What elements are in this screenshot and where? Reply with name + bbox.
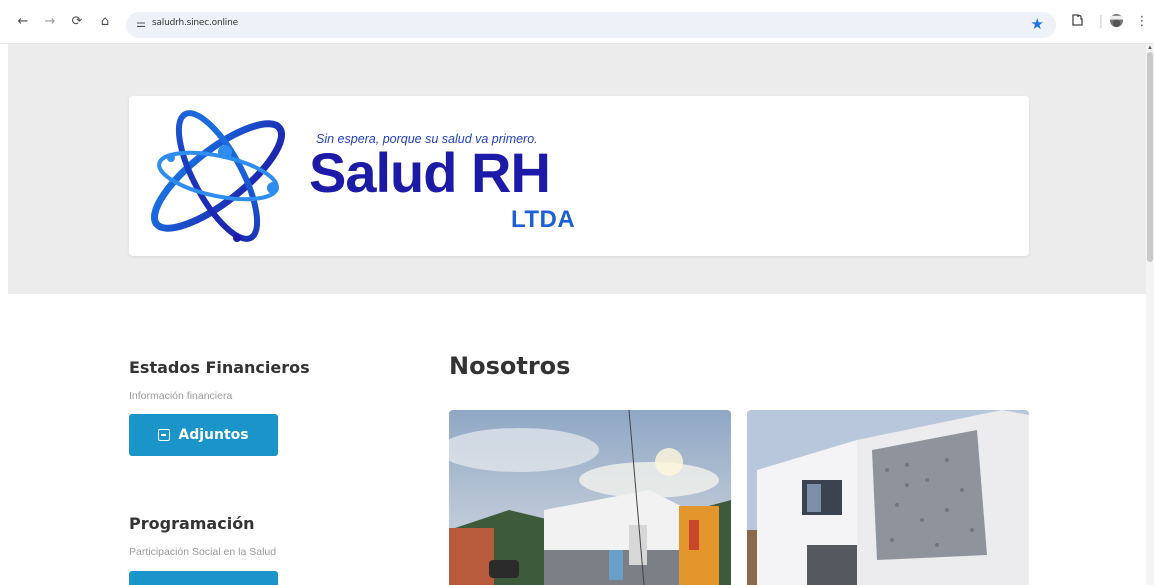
home-button[interactable]: ⌂ (96, 13, 114, 31)
sidebar-subtitle-estados-financieros: Información financiera (129, 390, 233, 402)
browser-toolbar: ← → ⟳ ⌂ ⚌ saludrh.sinec.online ★ | ⋮ (0, 0, 1154, 44)
programacion-button[interactable] (129, 571, 278, 585)
puzzle-icon[interactable] (1068, 13, 1086, 31)
section-title-nosotros: Nosotros (449, 352, 571, 380)
atom-logo-icon (150, 110, 286, 242)
star-icon[interactable]: ★ (1031, 15, 1044, 33)
sidebar-title-estados-financieros: Estados Financieros (129, 358, 310, 377)
back-button[interactable]: ← (14, 13, 32, 31)
adjuntos-button[interactable]: Adjuntos (129, 414, 278, 456)
forward-button[interactable]: → (41, 13, 59, 31)
logo-card[interactable]: Sin espera, porque su salud va primero. … (129, 96, 1029, 256)
address-bar[interactable]: ⚌ saludrh.sinec.online ★ (126, 12, 1056, 38)
kebab-icon[interactable]: ⋮ (1133, 13, 1151, 31)
attachment-icon (158, 429, 171, 441)
url-text[interactable]: saludrh.sinec.online (152, 18, 238, 28)
profile-avatar[interactable] (1107, 13, 1125, 31)
logo-suffix: LTDA (511, 206, 576, 233)
page-content: Sin espera, porque su salud va primero. … (0, 44, 1154, 585)
tune-icon[interactable]: ⚌ (136, 17, 146, 30)
scroll-thumb[interactable] (1147, 52, 1153, 262)
page-scrollbar[interactable]: ▲ (1146, 44, 1154, 585)
scroll-up-arrow[interactable]: ▲ (1146, 44, 1154, 52)
sidebar-title-programacion: Programación (129, 514, 255, 533)
hero-banner: Sin espera, porque su salud va primero. … (8, 44, 1146, 294)
photo-building-facade (747, 410, 1029, 585)
reload-button[interactable]: ⟳ (68, 13, 86, 31)
sidebar-subtitle-programacion: Participación Social en la Salud (129, 546, 277, 558)
adjuntos-button-label: Adjuntos (178, 427, 249, 443)
photo-building-street (449, 410, 731, 585)
logo-brand-name: Salud RH (309, 141, 551, 204)
